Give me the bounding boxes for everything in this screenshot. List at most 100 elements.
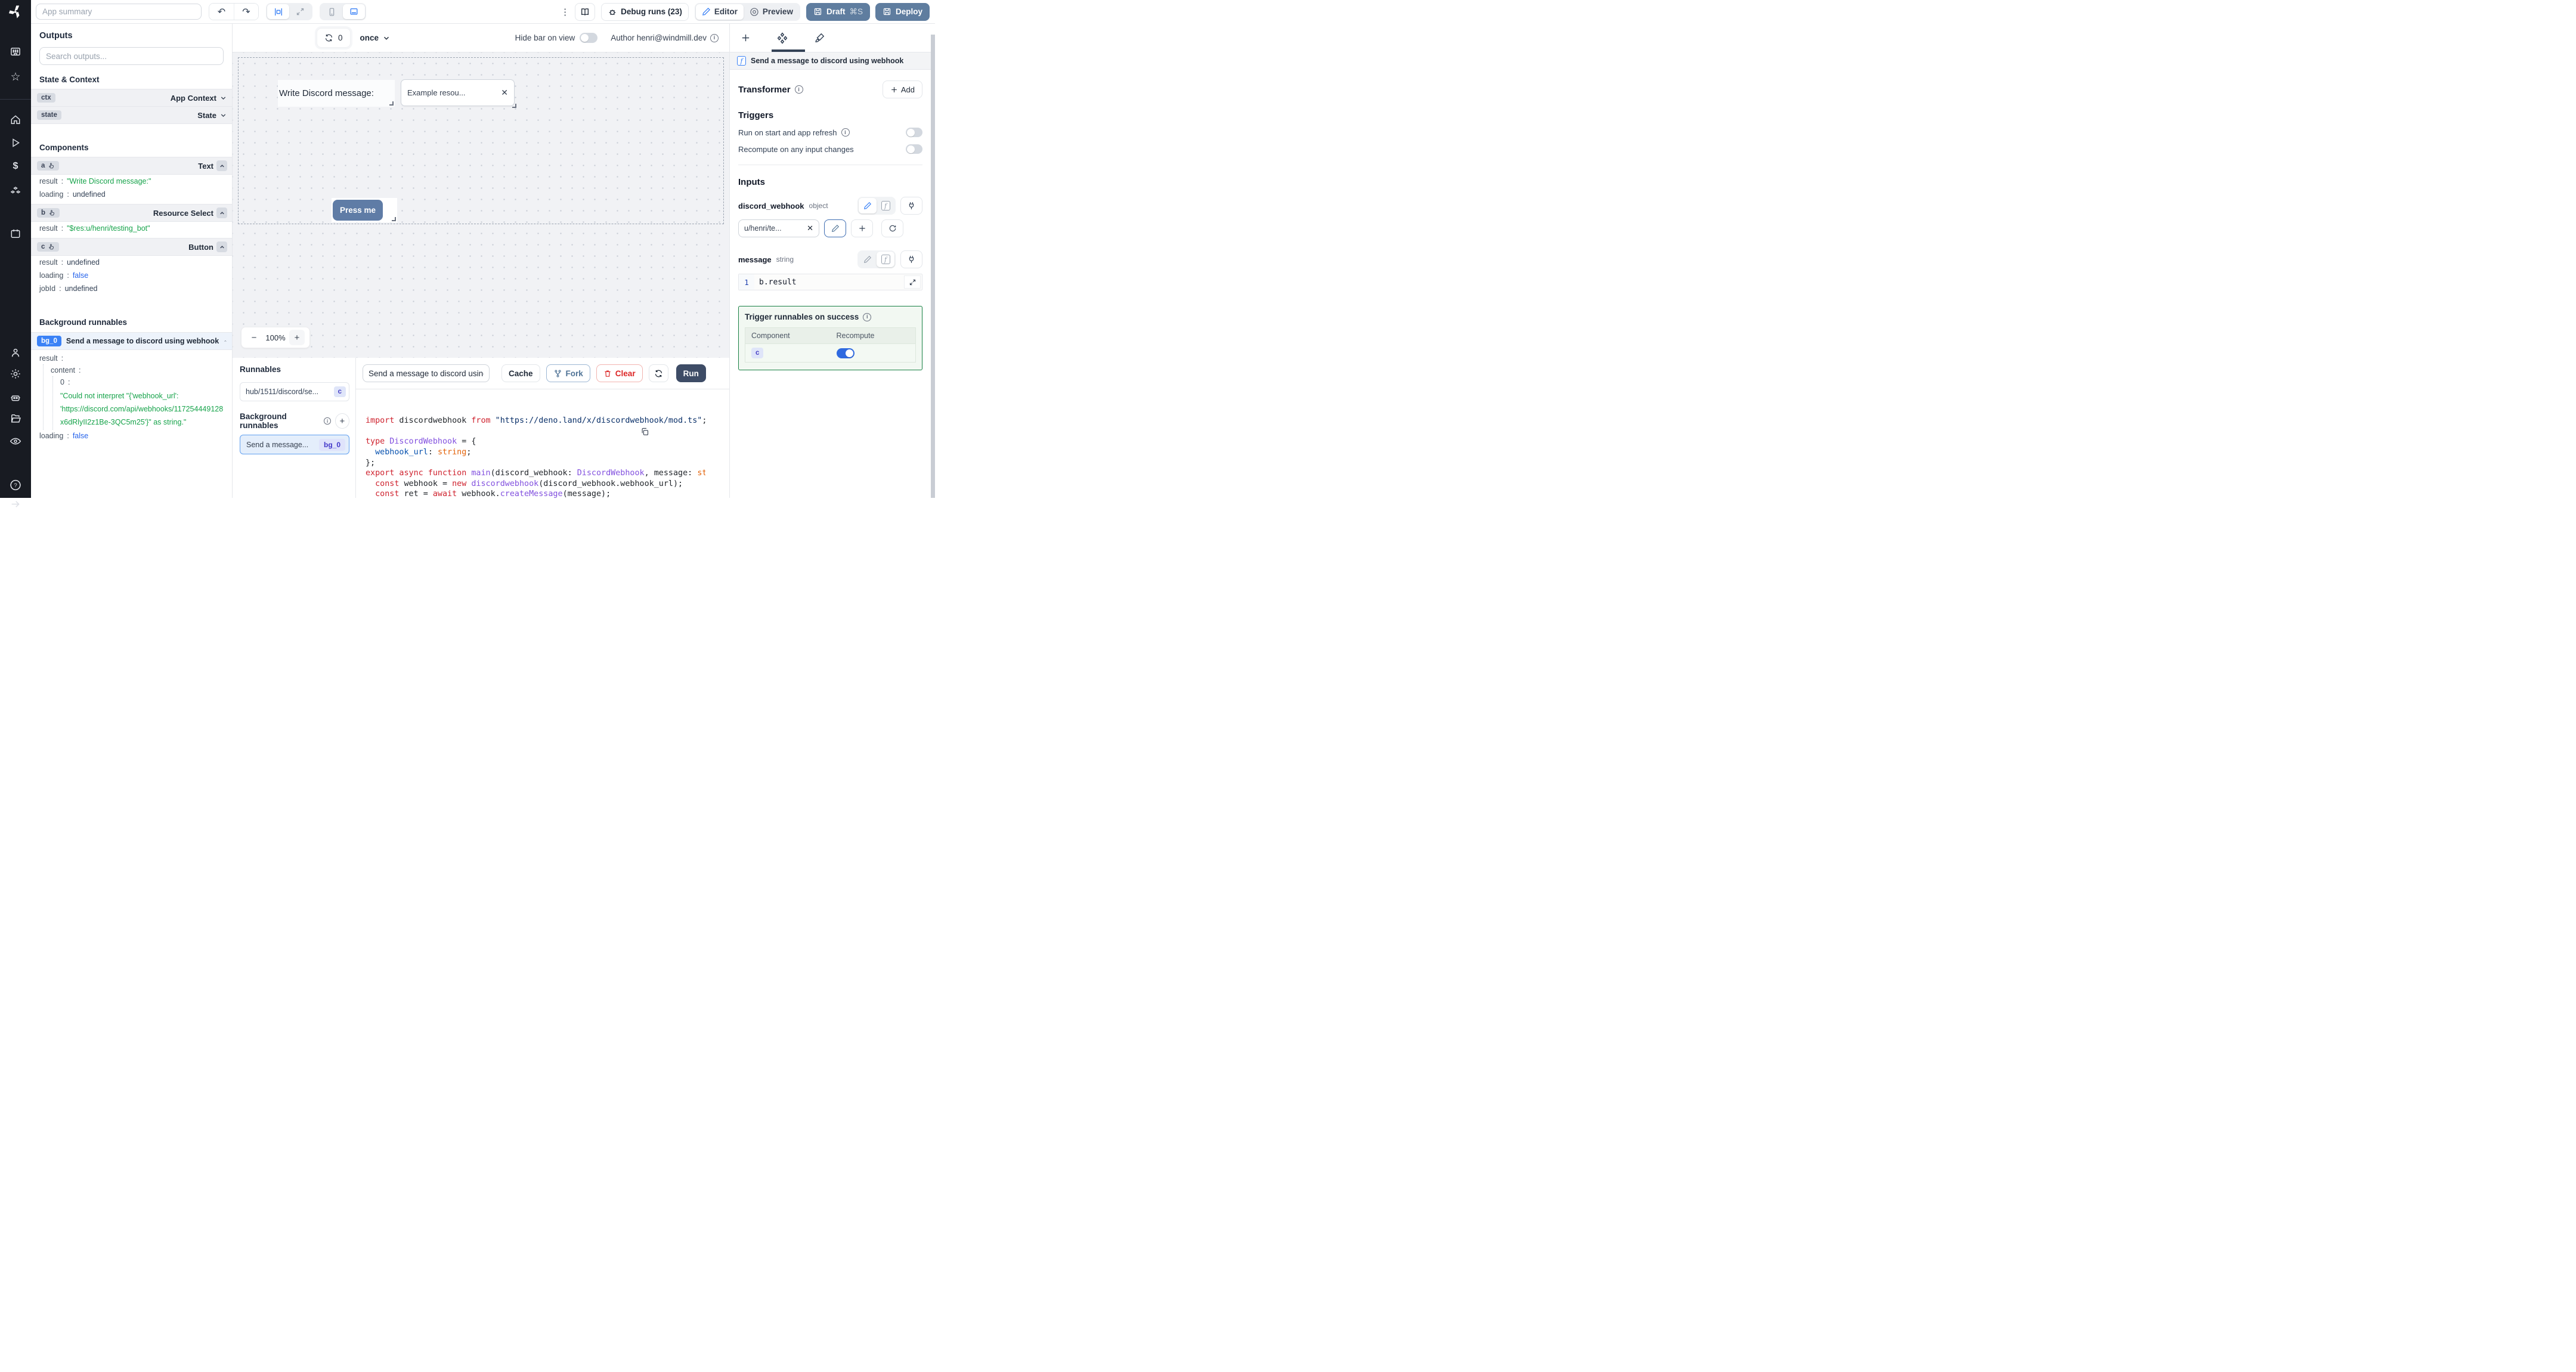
chevron-up-icon <box>224 340 227 342</box>
cache-button[interactable]: Cache <box>501 364 540 382</box>
run-on-start-toggle[interactable] <box>906 128 922 137</box>
add-resource-button[interactable] <box>851 219 873 237</box>
press-me-button[interactable]: Press me <box>333 200 383 221</box>
eval-mode-button[interactable]: f <box>877 252 894 267</box>
app-summary-input[interactable] <box>36 4 202 20</box>
info-icon[interactable]: i <box>841 128 850 137</box>
add-transformer-button[interactable]: Add <box>882 80 922 98</box>
chevron-down-icon <box>221 96 226 100</box>
text-component[interactable]: Write Discord message: <box>278 80 395 107</box>
info-icon[interactable]: i <box>710 33 719 42</box>
connect-plug-button[interactable] <box>900 197 922 215</box>
refresh-icon <box>325 34 333 42</box>
tab-editor[interactable]: Editor <box>695 4 744 20</box>
collapse-chip[interactable] <box>216 241 227 252</box>
static-mode-button[interactable] <box>859 252 877 267</box>
bg0-row[interactable]: bg_0 Send a message to discord using web… <box>31 332 232 350</box>
zoom-in-button[interactable]: + <box>289 330 305 345</box>
center-layout-button[interactable] <box>267 4 289 19</box>
input-mode-switch: f <box>857 197 896 215</box>
field-value: false <box>72 271 89 280</box>
resize-handle[interactable] <box>392 217 396 221</box>
refresh-resource-button[interactable] <box>881 219 903 237</box>
info-icon[interactable]: i <box>324 417 331 425</box>
docs-button[interactable] <box>575 2 596 21</box>
sidebar-item-variables[interactable]: $ <box>13 161 18 172</box>
fullscreen-canvas-button[interactable] <box>289 4 311 19</box>
button-component[interactable]: Press me <box>332 198 397 222</box>
zoom-out-button[interactable]: − <box>246 330 262 345</box>
recompute-c-toggle[interactable] <box>836 348 854 358</box>
sidebar-item-users[interactable] <box>10 347 21 359</box>
redo-button[interactable]: ↷ <box>234 4 258 20</box>
clear-select-icon[interactable]: ✕ <box>501 88 508 98</box>
resource-select-component[interactable]: Example resou... ✕ <box>401 79 516 108</box>
desktop-view-button[interactable] <box>343 4 365 19</box>
sidebar-item-workers[interactable] <box>10 392 22 404</box>
connect-plug-button[interactable] <box>900 250 922 268</box>
clear-button[interactable]: Clear <box>596 364 643 382</box>
component-b-row[interactable]: b Resource Select <box>31 204 232 222</box>
debug-runs-button[interactable]: Debug runs (23) <box>601 2 689 21</box>
sidebar-item-favorites[interactable]: ☆ <box>10 72 20 83</box>
sidebar-item-folders[interactable] <box>10 413 21 425</box>
search-outputs-input[interactable] <box>39 47 224 65</box>
tab-styling[interactable] <box>814 32 825 44</box>
edit-resource-button[interactable] <box>824 219 846 237</box>
component-a-row[interactable]: a Text <box>31 157 232 175</box>
collapse-chip[interactable] <box>216 207 227 218</box>
clear-resource-icon[interactable]: ✕ <box>807 224 813 233</box>
run-on-start-label: Run on start and app refresh <box>738 128 837 137</box>
state-row[interactable]: state State <box>31 106 232 124</box>
sidebar-item-help[interactable]: ? <box>10 479 22 491</box>
code-editor[interactable]: import discordwebhook from "https://deno… <box>356 389 729 498</box>
recompute-toggle[interactable] <box>906 144 922 154</box>
refresh-count-button[interactable]: 0 <box>317 28 351 48</box>
reload-code-button[interactable] <box>648 364 668 382</box>
deploy-button[interactable]: Deploy <box>875 2 930 21</box>
field-row: jobId: undefined <box>39 284 98 293</box>
sidebar-item-settings[interactable] <box>10 368 21 380</box>
bg-runnable-item-selected[interactable]: Send a message... bg_0 <box>240 435 349 454</box>
component-c-row[interactable]: c Button <box>31 238 232 256</box>
state-context-title: State & Context <box>39 75 100 84</box>
sidebar-item-runs[interactable] <box>10 137 21 148</box>
collapse-chip[interactable] <box>216 160 227 171</box>
sidebar-expand[interactable] <box>10 498 21 510</box>
resource-value-input[interactable]: u/henri/te... ✕ <box>738 219 819 237</box>
sidebar-item-audit[interactable] <box>10 435 22 447</box>
cubes-icon <box>10 187 21 194</box>
sidebar-item-apps[interactable] <box>10 46 21 58</box>
sidebar-item-schedules[interactable] <box>10 228 21 240</box>
hide-bar-toggle[interactable] <box>580 33 598 43</box>
add-bg-runnable-button[interactable]: + <box>335 413 349 429</box>
sidebar-item-resources[interactable] <box>10 185 21 197</box>
ctx-row[interactable]: ctx App Context <box>31 89 232 107</box>
runnable-item[interactable]: hub/1511/discord/se... c <box>240 382 349 401</box>
windmill-logo[interactable] <box>0 0 31 24</box>
info-icon[interactable]: i <box>794 85 803 94</box>
expand-editor-button[interactable] <box>904 275 921 289</box>
fork-button[interactable]: Fork <box>546 364 590 382</box>
eval-mode-button[interactable]: f <box>877 198 894 213</box>
run-button[interactable]: Run <box>676 364 706 382</box>
frequency-dropdown[interactable]: once <box>360 33 391 42</box>
mobile-view-button[interactable] <box>321 4 343 19</box>
runnable-title-input[interactable] <box>363 364 490 382</box>
tab-runnables-active[interactable] <box>776 32 789 45</box>
message-expr-editor[interactable]: 1 b.result <box>738 274 922 290</box>
resize-handle[interactable] <box>512 104 516 108</box>
resize-handle[interactable] <box>389 101 394 106</box>
undo-button[interactable]: ↶ <box>209 4 234 20</box>
tab-preview[interactable]: Preview <box>744 4 799 20</box>
sidebar-item-home[interactable] <box>10 114 21 126</box>
tab-insert-component[interactable] <box>741 33 751 43</box>
copy-code-icon[interactable] <box>640 406 698 457</box>
app-canvas[interactable]: Write Discord message: Example resou... … <box>233 52 729 358</box>
static-mode-button[interactable] <box>859 198 877 213</box>
more-menu-button[interactable]: ⋮ <box>561 7 569 17</box>
gear-icon <box>11 369 20 379</box>
info-icon[interactable]: i <box>863 312 872 321</box>
vertical-scrollbar[interactable] <box>931 35 935 498</box>
draft-button[interactable]: Draft ⌘S <box>806 2 870 21</box>
